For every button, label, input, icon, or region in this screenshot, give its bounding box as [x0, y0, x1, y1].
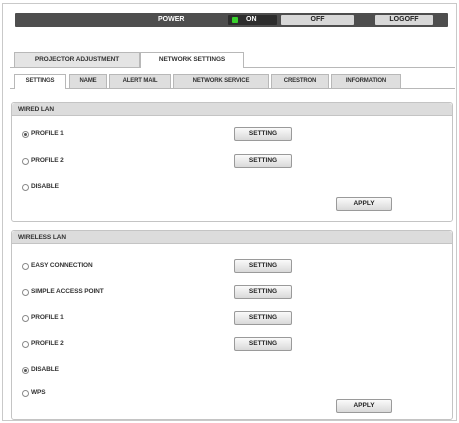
option-label: PROFILE 2 [31, 157, 64, 164]
subtab-name[interactable]: NAME [69, 74, 107, 88]
radio-icon[interactable] [22, 340, 29, 348]
tab-projector-adjustment[interactable]: PROJECTOR ADJUSTMENT [14, 52, 140, 67]
radio-icon[interactable] [22, 183, 29, 191]
wired-lan-header: WIRED LAN [12, 103, 452, 116]
wired-profile-1-setting-button[interactable]: SETTING [234, 127, 292, 141]
option-label: EASY CONNECTION [31, 262, 93, 269]
logoff-button[interactable]: LOGOFF [375, 15, 433, 25]
power-bar: POWER ON OFF LOGOFF [15, 13, 448, 27]
wireless-simple-access-point-setting-button[interactable]: SETTING [234, 285, 292, 299]
radio-icon[interactable] [22, 366, 29, 374]
wireless-profile-1-setting-button[interactable]: SETTING [234, 311, 292, 325]
radio-icon[interactable] [22, 157, 29, 165]
wireless-option-wps[interactable]: WPS [22, 387, 46, 399]
subtab-settings[interactable]: SETTINGS [14, 74, 66, 89]
radio-icon[interactable] [22, 389, 29, 397]
wired-option-disable[interactable]: DISABLE [22, 181, 59, 193]
subtab-crestron[interactable]: CRESTRON [271, 74, 329, 88]
wireless-easy-connection-setting-button[interactable]: SETTING [234, 259, 292, 273]
option-label: DISABLE [31, 183, 59, 190]
option-label: PROFILE 1 [31, 314, 64, 321]
subtab-information[interactable]: INFORMATION [331, 74, 401, 88]
radio-icon[interactable] [22, 288, 29, 296]
sub-tab-divider [10, 88, 455, 89]
radio-icon[interactable] [22, 314, 29, 322]
radio-icon[interactable] [22, 130, 29, 138]
wireless-option-simple-access-point[interactable]: SIMPLE ACCESS POINT [22, 286, 104, 298]
subtab-alert-mail[interactable]: ALERT MAIL [109, 74, 171, 88]
option-label: PROFILE 2 [31, 340, 64, 347]
wired-lan-section: WIRED LAN PROFILE 1 SETTING PROFILE 2 SE… [11, 102, 453, 222]
option-label: PROFILE 1 [31, 130, 64, 137]
wired-option-profile-1[interactable]: PROFILE 1 [22, 128, 64, 140]
wireless-profile-2-setting-button[interactable]: SETTING [234, 337, 292, 351]
wireless-option-easy-connection[interactable]: EASY CONNECTION [22, 260, 93, 272]
wireless-option-disable[interactable]: DISABLE [22, 364, 59, 376]
wireless-option-profile-2[interactable]: PROFILE 2 [22, 338, 64, 350]
power-on-label: ON [246, 16, 257, 23]
power-on-button[interactable]: ON [228, 15, 277, 25]
option-label: SIMPLE ACCESS POINT [31, 288, 104, 295]
wireless-apply-button[interactable]: APPLY [336, 399, 392, 413]
radio-icon[interactable] [22, 262, 29, 270]
wireless-lan-header: WIRELESS LAN [12, 231, 452, 244]
web-panel-frame: POWER ON OFF LOGOFF PROJECTOR ADJUSTMENT… [2, 3, 457, 421]
power-off-button[interactable]: OFF [281, 15, 354, 25]
wired-option-profile-2[interactable]: PROFILE 2 [22, 155, 64, 167]
subtab-network-service[interactable]: NETWORK SERVICE [173, 74, 269, 88]
option-label: DISABLE [31, 366, 59, 373]
wireless-option-profile-1[interactable]: PROFILE 1 [22, 312, 64, 324]
option-label: WPS [31, 389, 46, 396]
tab-network-settings[interactable]: NETWORK SETTINGS [140, 52, 244, 68]
power-led-icon [232, 17, 238, 23]
wired-profile-2-setting-button[interactable]: SETTING [234, 154, 292, 168]
power-label: POWER [158, 16, 185, 23]
wireless-lan-section: WIRELESS LAN EASY CONNECTION SETTING SIM… [11, 230, 453, 420]
wired-apply-button[interactable]: APPLY [336, 197, 392, 211]
